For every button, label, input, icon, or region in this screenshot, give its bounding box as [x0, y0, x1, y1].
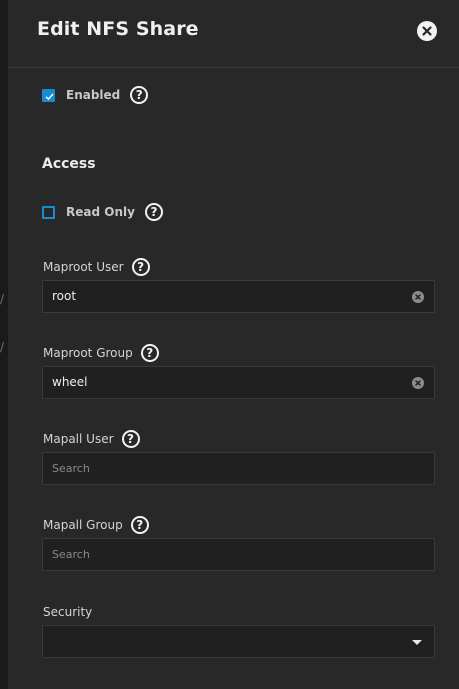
chevron-down-icon[interactable]	[412, 640, 422, 645]
mapall-group-placeholder: Search	[52, 548, 90, 561]
mapall-user-placeholder: Search	[52, 462, 90, 475]
mapall-user-label: Mapall User	[43, 432, 114, 446]
mapall-group-label-row: Mapall Group ?	[43, 515, 149, 535]
background-text: /	[0, 340, 5, 354]
mapall-user-help-icon[interactable]: ?	[121, 430, 140, 448]
read-only-checkbox[interactable]	[42, 205, 55, 219]
mapall-user-label-row: Mapall User ?	[43, 429, 140, 449]
close-button[interactable]	[417, 21, 437, 41]
mapall-group-input[interactable]: Search	[42, 538, 435, 571]
maproot-group-label: Maproot Group	[43, 346, 133, 360]
maproot-group-input[interactable]: wheel	[42, 366, 435, 399]
edit-nfs-share-panel: Edit NFS Share Enabled ? Access Read Onl…	[8, 0, 459, 689]
checkmark-icon	[45, 93, 54, 100]
maproot-group-value: wheel	[52, 375, 88, 389]
clear-icon[interactable]	[412, 377, 424, 389]
panel-header: Edit NFS Share	[8, 0, 459, 68]
access-section-title: Access	[42, 156, 96, 172]
clear-icon[interactable]	[412, 291, 424, 303]
enabled-help-icon[interactable]: ?	[130, 86, 149, 104]
maproot-user-input[interactable]: root	[42, 280, 435, 313]
maproot-user-value: root	[52, 289, 77, 303]
mapall-user-input[interactable]: Search	[42, 452, 435, 485]
maproot-group-label-row: Maproot Group ?	[43, 343, 159, 363]
read-only-row: Read Only ?	[42, 202, 163, 222]
close-icon	[422, 26, 432, 36]
mapall-group-label: Mapall Group	[43, 518, 123, 532]
maproot-user-label: Maproot User	[43, 260, 124, 274]
enabled-row: Enabled ?	[42, 85, 149, 105]
enabled-label: Enabled	[66, 88, 121, 102]
security-select[interactable]	[42, 625, 435, 658]
read-only-help-icon[interactable]: ?	[144, 203, 163, 221]
panel-title: Edit NFS Share	[37, 18, 199, 40]
maproot-user-label-row: Maproot User ?	[43, 257, 150, 277]
mapall-group-help-icon[interactable]: ?	[130, 516, 149, 534]
security-label: Security	[43, 605, 93, 619]
enabled-checkbox[interactable]	[42, 88, 55, 102]
maproot-user-help-icon[interactable]: ?	[131, 258, 150, 276]
read-only-label: Read Only	[66, 205, 135, 219]
background-text: /	[0, 292, 5, 306]
maproot-group-help-icon[interactable]: ?	[140, 344, 159, 362]
background-page: / /	[0, 0, 8, 689]
security-label-row: Security	[43, 602, 92, 622]
